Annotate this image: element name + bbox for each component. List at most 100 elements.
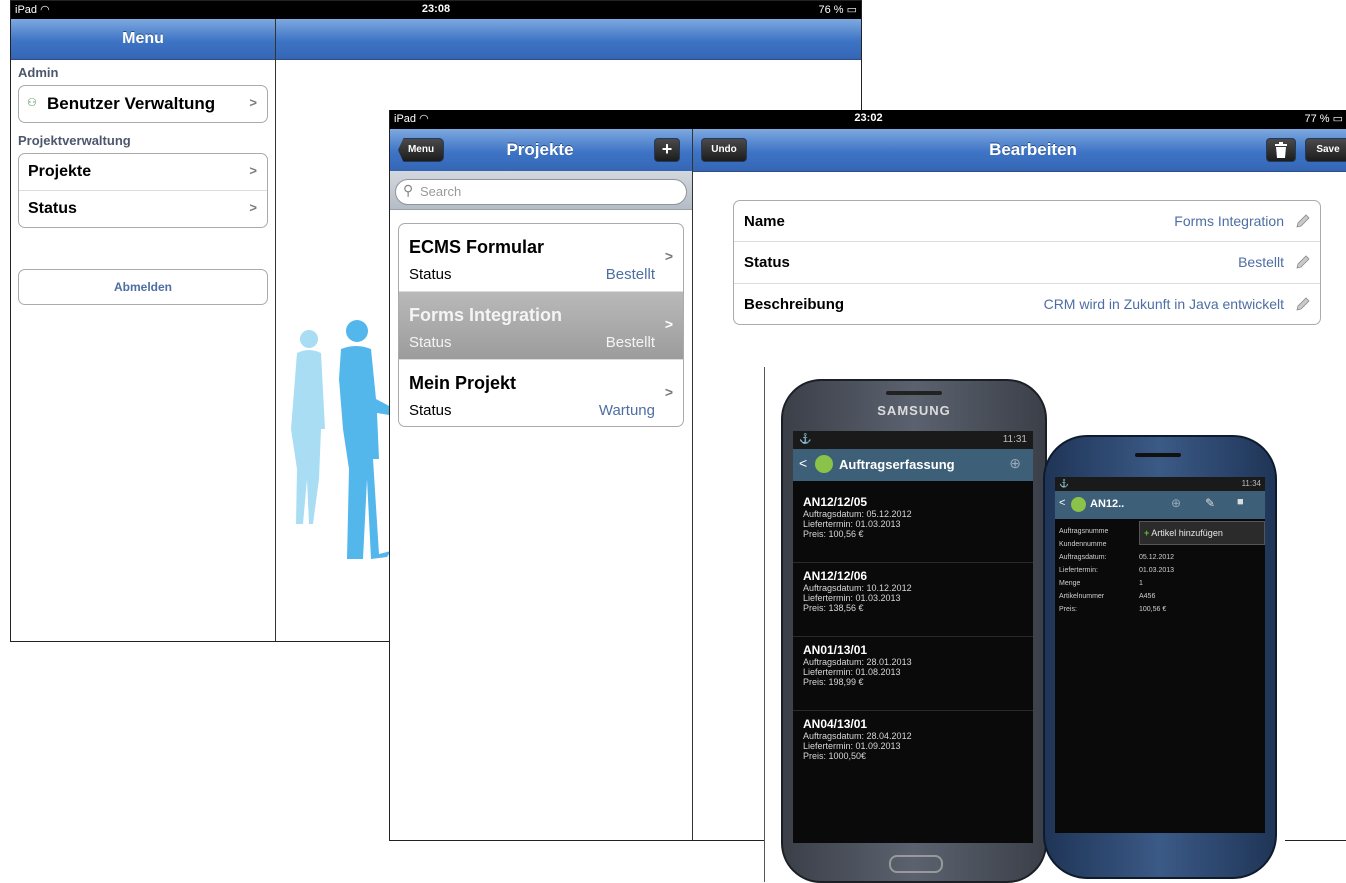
detail-key: Auftragsdatum:: [1059, 554, 1107, 561]
edit-icon[interactable]: ✎: [1205, 496, 1215, 510]
menu-item-label: Benutzer Verwaltung: [47, 94, 216, 113]
detail-row: Preis: 100,56 €: [1059, 603, 1259, 616]
logout-label: Abmelden: [113, 280, 172, 294]
delete-button[interactable]: [1266, 138, 1296, 162]
bearbeiten-title: Bearbeiten: [989, 140, 1077, 159]
order-line: Preis: 138,56 €: [803, 603, 864, 613]
detail-row: Liefertermin: 01.03.2013: [1059, 564, 1259, 577]
order-id: AN12/12/06: [803, 569, 868, 583]
back-icon[interactable]: <: [799, 455, 807, 471]
add-project-button[interactable]: +: [654, 138, 680, 162]
field-name[interactable]: Name Forms Integration: [734, 201, 1320, 242]
pencil-icon[interactable]: [1296, 214, 1310, 228]
popup-label: Artikel hinzufügen: [1151, 528, 1223, 538]
add-icon[interactable]: ⊕: [1009, 455, 1021, 472]
android-clock: 11:31: [1002, 434, 1027, 445]
order-line: Preis: 1000,50€: [803, 751, 867, 761]
pencil-icon[interactable]: [1296, 297, 1310, 311]
chevron-right-icon: >: [664, 316, 673, 332]
projekt-group: Projekte > Status >: [18, 153, 268, 228]
project-name: Forms Integration: [409, 305, 563, 325]
pencil-icon[interactable]: [1296, 255, 1310, 269]
order-line: Liefertermin: 01.09.2013: [803, 741, 901, 751]
detail-value: A456: [1139, 593, 1156, 600]
chevron-right-icon: >: [664, 384, 673, 400]
order-line: Preis: 100,56 €: [803, 529, 864, 539]
order-item[interactable]: AN01/13/01 Auftragsdatum: 28.01.2013 Lie…: [793, 637, 1033, 711]
menu-panel: Menu Admin ⚇ Benutzer Verwaltung > Proje…: [11, 19, 276, 641]
android-phones-photo: SAMSUNG ⚓ 11:31 < Auftragserfassung ⊕ AN…: [764, 367, 1285, 883]
field-label: Beschreibung: [744, 296, 845, 313]
order-id: AN12/12/05: [803, 495, 868, 509]
detail-row: Auftragsdatum: 05.12.2012: [1059, 551, 1259, 564]
search-input[interactable]: ⚲ Search: [395, 179, 687, 205]
order-item[interactable]: AN12/12/05 Auftragsdatum: 05.12.2012 Lie…: [793, 489, 1033, 563]
field-label: Name: [744, 213, 785, 230]
battery-icon: ▭: [1332, 113, 1343, 125]
undo-button[interactable]: Undo: [701, 138, 747, 162]
field-label: Status: [744, 254, 790, 271]
field-value: Bestellt: [1238, 254, 1284, 270]
order-item[interactable]: AN04/13/01 Auftragsdatum: 28.04.2012 Lie…: [793, 711, 1033, 785]
android-action-bar: < AN12.. ⊕ ✎ ■: [1055, 491, 1265, 519]
project-status-label: Status: [409, 266, 452, 283]
status-bar: iPad ◠ 23:08 76 % ▭: [11, 1, 861, 19]
order-line: Auftragsdatum: 10.12.2012: [803, 583, 912, 593]
projekte-panel: Menu Projekte + ⚲ Search ECMS Formular S…: [390, 129, 693, 840]
detail-key: Liefertermin:: [1059, 567, 1098, 574]
detail-row: Menge 1: [1059, 577, 1259, 590]
detail-row: Artikelnummer A456: [1059, 590, 1259, 603]
project-status-label: Status: [409, 402, 452, 419]
samsung-phone-small: ⚓ 11:34 < AN12.. ⊕ ✎ ■ Auftragsnumme Kun…: [1043, 435, 1277, 879]
detail-key: Preis:: [1059, 606, 1077, 613]
android-action-bar: < Auftragserfassung ⊕: [793, 449, 1033, 481]
search-bar: ⚲ Search: [390, 171, 692, 210]
add-article-popup[interactable]: + Artikel hinzufügen: [1139, 521, 1265, 545]
battery-icon: ▭: [846, 4, 857, 16]
phone-earpiece: [1135, 453, 1181, 457]
menu-item-status[interactable]: Status >: [19, 191, 267, 227]
menu-item-benutzer-verwaltung[interactable]: ⚇ Benutzer Verwaltung >: [19, 86, 267, 122]
clock: 23:02: [854, 112, 883, 124]
action-bar-title: Auftragserfassung: [839, 457, 955, 472]
back-icon[interactable]: <: [1059, 497, 1065, 509]
section-header-projektverwaltung: Projektverwaltung: [18, 133, 131, 148]
order-id: AN04/13/01: [803, 717, 868, 731]
menu-back-button[interactable]: Menu: [398, 138, 444, 162]
order-line: Liefertermin: 01.03.2013: [803, 593, 901, 603]
project-row-mein-projekt[interactable]: Mein Projekt Status Wartung >: [399, 360, 683, 426]
chevron-right-icon: >: [664, 248, 673, 264]
project-status-label: Status: [409, 334, 452, 351]
plus-icon: +: [1144, 528, 1150, 538]
project-name: Mein Projekt: [409, 373, 517, 393]
menu-title: Menu: [122, 30, 164, 47]
field-status[interactable]: Status Bestellt: [734, 242, 1320, 284]
project-row-ecms-formular[interactable]: ECMS Formular Status Bestellt >: [399, 224, 683, 292]
order-item[interactable]: AN12/12/06 Auftragsdatum: 10.12.2012 Lie…: [793, 563, 1033, 637]
save-button[interactable]: Save: [1305, 138, 1346, 162]
order-id: AN01/13/01: [803, 643, 868, 657]
chevron-right-icon: >: [249, 163, 257, 178]
home-button: [889, 855, 943, 873]
chevron-right-icon: >: [249, 200, 257, 215]
detail-value: 1: [1139, 580, 1143, 587]
detail-key: Kundennumme: [1059, 541, 1107, 548]
order-line: Preis: 198,99 €: [803, 677, 864, 687]
users-icon: ⚇: [27, 97, 37, 109]
detail-key: Auftragsnumme: [1059, 528, 1109, 535]
battery-label: 77 %: [1304, 113, 1330, 125]
order-line: Auftragsdatum: 05.12.2012: [803, 509, 912, 519]
status-bar: iPad ◠ 23:02 77 % ▭: [390, 110, 1346, 129]
order-list: AN12/12/05 Auftragsdatum: 05.12.2012 Lie…: [793, 489, 1033, 785]
search-icon: ⚲: [403, 182, 414, 198]
menu-item-label: Status: [28, 200, 77, 217]
android-status-bar: ⚓ 11:31: [793, 431, 1033, 449]
detail-value: 05.12.2012: [1139, 554, 1175, 561]
add-icon[interactable]: ⊕: [1171, 496, 1181, 510]
detail-navbar: [276, 19, 861, 60]
delete-icon[interactable]: ■: [1237, 496, 1244, 508]
logout-button[interactable]: Abmelden: [18, 269, 268, 305]
menu-item-projekte[interactable]: Projekte >: [19, 154, 267, 191]
project-row-forms-integration[interactable]: Forms Integration Status Bestellt >: [399, 292, 683, 360]
field-beschreibung[interactable]: Beschreibung CRM wird in Zukunft in Java…: [734, 284, 1320, 324]
